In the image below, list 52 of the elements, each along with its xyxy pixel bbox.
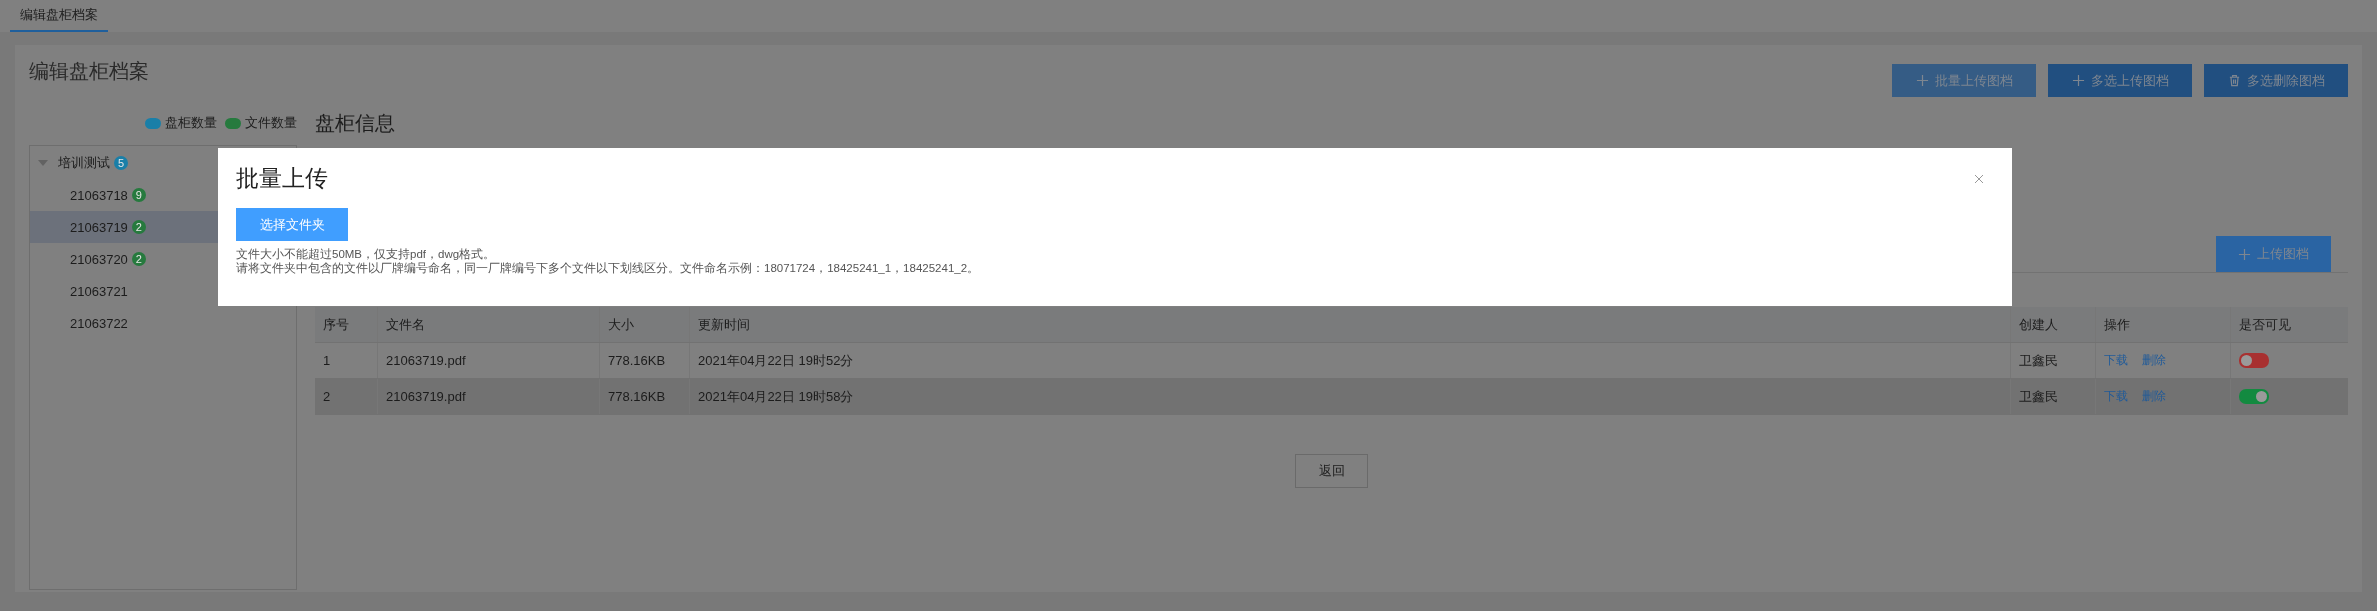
column-header: 序号	[315, 307, 378, 342]
column-header: 大小	[600, 307, 690, 342]
tree-label: 21063721	[70, 283, 128, 299]
table-cell: 21063719.pdf	[378, 343, 600, 378]
page-title: 编辑盘柜档案	[29, 59, 149, 84]
tab[interactable]: 编辑盘柜档案	[10, 0, 108, 32]
tree-label: 21063722	[70, 315, 128, 331]
visibility-toggle[interactable]	[2239, 353, 2269, 368]
caret-icon[interactable]	[38, 160, 48, 166]
tree-label: 21063718	[70, 187, 128, 203]
column-header: 操作	[2096, 307, 2231, 342]
column-header: 是否可见	[2238, 315, 2292, 334]
plus-icon	[2071, 74, 2085, 87]
count-badge: 9	[131, 188, 146, 202]
tree-label: 21063720	[70, 251, 128, 267]
table-cell: 21063719.pdf	[378, 379, 600, 414]
select-folder-button[interactable]: 选择文件夹	[236, 208, 348, 241]
tree-label: 21063719	[70, 219, 128, 235]
tree-label: 培训测试	[58, 154, 110, 172]
toolbar-button[interactable]: 多选删除图档	[2204, 64, 2348, 97]
plus-icon	[1915, 74, 1929, 87]
hint-text: 文件大小不能超过50MB，仅支持pdf，dwg格式。	[236, 247, 497, 261]
table-cell: 778.16KB	[600, 379, 690, 414]
table-cell: 2021年04月22日 19时52分	[690, 343, 2011, 378]
plus-icon	[2238, 247, 2251, 261]
action-link[interactable]: 删除	[2142, 352, 2166, 369]
dialog-title: 批量上传	[236, 164, 328, 193]
count-badge: 2	[131, 220, 146, 234]
hint-text: 请将文件夹中包含的文件以厂牌编号命名，同一厂牌编号下多个文件以下划线区分。文件命名示例：18071724，18425241_1，18425241_2。	[236, 261, 981, 275]
toolbar-button[interactable]: 批量上传图档	[1892, 64, 2036, 97]
legend-label: 文件数量	[245, 114, 297, 132]
column-header: 创建人	[2011, 307, 2096, 342]
table-row[interactable]: 2 21063719.pdf 778.16KB 2021年04月22日 19时58分 卫鑫民 下载 删除	[315, 379, 2348, 415]
column-header: 文件名	[378, 307, 600, 342]
visibility-toggle[interactable]	[2239, 389, 2269, 404]
tree-item[interactable]: 21063722	[30, 307, 296, 339]
table-cell: 2021年04月22日 19时58分	[690, 379, 2011, 414]
trash-icon	[2227, 74, 2241, 87]
table-cell: 778.16KB	[600, 343, 690, 378]
count-badge: 5	[114, 156, 129, 170]
table-cell: 卫鑫民	[2011, 343, 2096, 378]
count-badge: 2	[131, 252, 146, 266]
legend-label: 盘柜数量	[165, 114, 217, 132]
action-link[interactable]: 下载	[2104, 352, 2128, 369]
column-header: 更新时间	[690, 307, 2011, 342]
back-button[interactable]: 返回	[1295, 454, 1368, 488]
toolbar-button[interactable]: 多选上传图档	[2048, 64, 2192, 97]
close-icon[interactable]	[1974, 173, 1984, 184]
table-cell: 2	[315, 379, 378, 414]
table-cell: 1	[315, 343, 378, 378]
section-title: 盘柜信息	[315, 112, 396, 134]
table-cell: 卫鑫民	[2011, 379, 2096, 414]
